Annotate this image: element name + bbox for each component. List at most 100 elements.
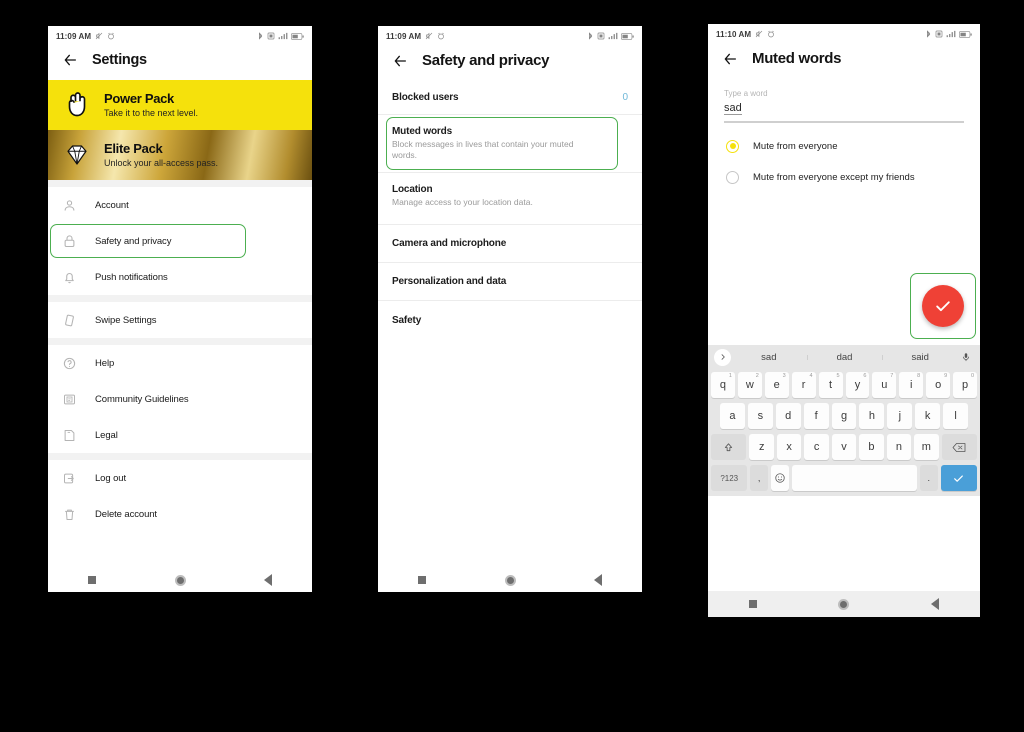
back-button[interactable] [581, 574, 615, 586]
key-label: o [935, 379, 942, 392]
key-j[interactable]: j [887, 403, 913, 430]
recents-button[interactable] [75, 576, 109, 584]
key-b[interactable]: b [859, 434, 884, 461]
list-item-location[interactable]: Location Manage access to your location … [378, 173, 642, 226]
key-label: j [898, 410, 902, 423]
radio-option-mute-everyone-except-friends[interactable]: Mute from everyone except my friends [708, 162, 980, 193]
suggestion-item[interactable]: dad [806, 352, 883, 363]
key-w[interactable]: 2w [737, 372, 762, 399]
space-key[interactable] [791, 465, 918, 492]
promo-banner-power-pack[interactable]: Power Pack Take it to the next level. [48, 80, 312, 130]
list-item-camera-and-microphone[interactable]: Camera and microphone [378, 225, 642, 264]
key-superscript: 9 [944, 373, 948, 380]
key-label: p [962, 379, 969, 392]
sim-icon [597, 32, 605, 40]
key-z[interactable]: z [749, 434, 774, 461]
muted-word-field[interactable]: Type a word sad [708, 79, 980, 123]
key-h[interactable]: h [859, 403, 885, 430]
key-c[interactable]: c [804, 434, 829, 461]
list-item-personalization-and-data[interactable]: Personalization and data [378, 263, 642, 302]
suggestion-item[interactable]: said [882, 352, 958, 363]
key-superscript: 4 [809, 373, 813, 380]
status-time: 11:09 AM [386, 31, 422, 41]
emoji-key[interactable] [770, 465, 789, 492]
phone-screen-muted-words: 11:10 AM Muted words Type a word sad Mut… [708, 24, 980, 617]
key-q[interactable]: 1q [710, 372, 735, 399]
sidebar-item-delete-account[interactable]: Delete account [48, 496, 312, 532]
bluetooth-icon [927, 29, 931, 38]
home-button[interactable] [163, 574, 197, 586]
recents-button[interactable] [736, 600, 770, 608]
sim-icon [935, 30, 943, 38]
key-label: ?123 [720, 473, 739, 483]
chevron-right-icon[interactable] [714, 348, 731, 366]
radio-option-label: Mute from everyone [753, 140, 838, 152]
sidebar-item-safety-and-privacy[interactable]: Safety and privacy [48, 223, 312, 259]
suggestion-item[interactable]: sad [731, 352, 807, 363]
list-item-safety[interactable]: Safety [378, 301, 642, 339]
key-e[interactable]: 3e [764, 372, 789, 399]
back-triangle-icon [264, 574, 272, 586]
guidelines-icon [64, 394, 75, 404]
keyboard-row-2: a s d f g h j k l [708, 401, 980, 432]
key-a[interactable]: a [720, 403, 745, 430]
battery-icon [959, 30, 972, 38]
page-title: Muted words [752, 50, 842, 67]
backspace-key[interactable] [941, 434, 977, 461]
radio-button-selected[interactable] [726, 139, 739, 153]
enter-key[interactable] [940, 465, 977, 492]
key-r[interactable]: 4r [791, 372, 816, 399]
android-nav-bar [378, 568, 642, 592]
radio-option-mute-everyone[interactable]: Mute from everyone [708, 131, 980, 162]
sidebar-item-community-guidelines[interactable]: Community Guidelines [48, 381, 312, 417]
key-i[interactable]: 8i [899, 372, 924, 399]
back-arrow-icon[interactable] [392, 53, 408, 69]
list-item-muted-words[interactable]: Muted words Block messages in lives that… [378, 115, 642, 174]
key-m[interactable]: m [914, 434, 939, 461]
key-d[interactable]: d [775, 403, 801, 430]
symbols-key[interactable]: ?123 [711, 465, 748, 492]
shift-key[interactable] [711, 434, 747, 461]
settings-group: Log out Delete account [48, 460, 312, 532]
home-button[interactable] [827, 598, 861, 610]
key-g[interactable]: g [831, 403, 857, 430]
key-n[interactable]: n [886, 434, 912, 461]
key-k[interactable]: k [915, 403, 941, 430]
sidebar-item-legal[interactable]: Legal [48, 417, 312, 453]
sidebar-item-label: Delete account [95, 508, 157, 520]
key-f[interactable]: f [803, 403, 829, 430]
microphone-icon[interactable] [958, 351, 974, 363]
key-v[interactable]: v [831, 434, 857, 461]
back-arrow-icon[interactable] [722, 51, 738, 67]
back-button[interactable] [918, 598, 952, 610]
key-label: , [757, 473, 761, 484]
list-item-title: Camera and microphone [392, 238, 507, 250]
back-arrow-icon[interactable] [62, 52, 78, 68]
comma-key[interactable]: , [750, 465, 768, 492]
confirm-button[interactable] [922, 284, 964, 327]
logout-icon [64, 473, 74, 483]
sidebar-item-push-notifications[interactable]: Push notifications [48, 259, 312, 295]
key-l[interactable]: l [943, 403, 969, 430]
home-button[interactable] [493, 574, 527, 586]
radio-button[interactable] [726, 170, 739, 184]
period-key[interactable]: . [920, 465, 938, 492]
list-item-blocked-users[interactable]: Blocked users 0 [378, 81, 642, 115]
promo-banner-elite-pack[interactable]: Elite Pack Unlock your all-access pass. [48, 130, 312, 180]
muted-word-input[interactable]: sad [724, 102, 742, 115]
key-y[interactable]: 6y [845, 372, 870, 399]
lock-icon [64, 234, 75, 247]
recents-button[interactable] [405, 576, 439, 584]
sidebar-item-swipe-settings[interactable]: Swipe Settings [48, 302, 312, 338]
back-button[interactable] [251, 574, 285, 586]
key-u[interactable]: 7u [872, 372, 897, 399]
key-p[interactable]: 0p [953, 372, 978, 399]
sidebar-item-account[interactable]: Account [48, 187, 312, 223]
key-s[interactable]: s [747, 403, 773, 430]
key-t[interactable]: 5t [818, 372, 843, 399]
sidebar-item-help[interactable]: Help [48, 345, 312, 381]
bell-icon [65, 272, 74, 283]
key-o[interactable]: 9o [926, 372, 951, 399]
sidebar-item-log-out[interactable]: Log out [48, 460, 312, 496]
key-x[interactable]: x [776, 434, 802, 461]
